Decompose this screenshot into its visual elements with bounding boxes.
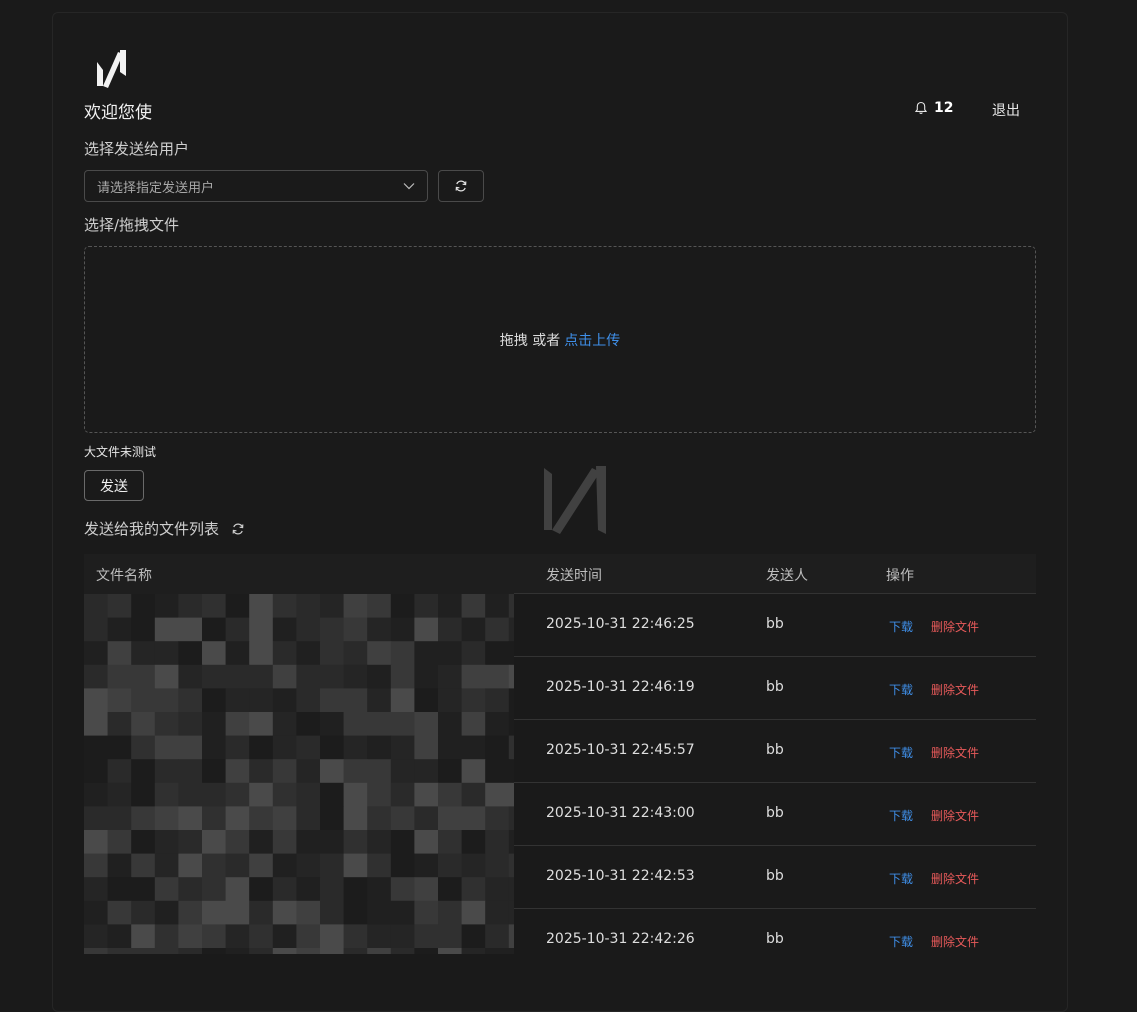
- user-select[interactable]: 请选择指定发送用户: [84, 170, 428, 202]
- row-sender: bb: [766, 616, 784, 632]
- delete-file-link[interactable]: 删除文件: [931, 933, 979, 950]
- table-row: 2025-10-31 22:45:57 bb 下载 删除文件: [514, 720, 1036, 783]
- refresh-icon: [232, 523, 244, 534]
- table-row: 2025-10-31 22:46:25 bb 下载 删除文件: [514, 594, 1036, 657]
- row-sender: bb: [766, 679, 784, 695]
- delete-file-link[interactable]: 删除文件: [931, 618, 979, 635]
- download-link[interactable]: 下载: [889, 681, 913, 698]
- brand-logo-icon: [97, 50, 126, 88]
- row-send-time: 2025-10-31 22:42:53: [546, 868, 695, 884]
- send-button[interactable]: 发送: [84, 470, 144, 501]
- chevron-down-icon: [403, 183, 415, 190]
- watermark-logo-icon: [544, 466, 606, 534]
- table-row: 2025-10-31 22:46:19 bb 下载 删除文件: [514, 657, 1036, 720]
- download-link[interactable]: 下载: [889, 618, 913, 635]
- file-list-header: 发送给我的文件列表: [84, 518, 245, 539]
- notification-count: 12: [934, 100, 954, 116]
- welcome-title: 欢迎您使: [84, 103, 152, 123]
- filename-column-obscured: [84, 594, 514, 954]
- row-sender: bb: [766, 931, 784, 947]
- notification-button[interactable]: 12: [914, 100, 953, 116]
- delete-file-link[interactable]: 删除文件: [931, 807, 979, 824]
- row-sender: bb: [766, 805, 784, 821]
- column-header-filename: 文件名称: [96, 568, 152, 584]
- file-dropzone[interactable]: 拖拽 或者 点击上传: [84, 246, 1036, 433]
- row-send-time: 2025-10-31 22:42:26: [546, 931, 695, 947]
- select-user-label: 选择发送给用户: [84, 140, 190, 158]
- table-row: 2025-10-31 22:42:53 bb 下载 删除文件: [514, 846, 1036, 909]
- download-link[interactable]: 下载: [889, 807, 913, 824]
- table-row: 2025-10-31 22:43:00 bb 下载 删除文件: [514, 783, 1036, 846]
- file-table: 文件名称 发送时间 发送人 操作 2025-10-31 22:46:25 bb 下载…: [84, 554, 1036, 954]
- row-sender: bb: [766, 742, 784, 758]
- row-send-time: 2025-10-31 22:45:57: [546, 742, 695, 758]
- table-row: 2025-10-31 22:42:26 bb 下载 删除文件: [514, 909, 1036, 954]
- row-send-time: 2025-10-31 22:46:19: [546, 679, 695, 695]
- refresh-icon: [455, 180, 467, 192]
- refresh-users-button[interactable]: [438, 170, 484, 202]
- column-header-time: 发送时间: [546, 568, 602, 584]
- delete-file-link[interactable]: 删除文件: [931, 744, 979, 761]
- download-link[interactable]: 下载: [889, 870, 913, 887]
- table-header: 文件名称 发送时间 发送人 操作: [84, 554, 1036, 594]
- delete-file-link[interactable]: 删除文件: [931, 870, 979, 887]
- delete-file-link[interactable]: 删除文件: [931, 681, 979, 698]
- row-send-time: 2025-10-31 22:43:00: [546, 805, 695, 821]
- column-header-actions: 操作: [886, 568, 914, 584]
- header-actions: 12: [914, 100, 953, 116]
- click-upload-link[interactable]: 点击上传: [564, 330, 620, 350]
- refresh-list-button[interactable]: [231, 522, 245, 536]
- row-send-time: 2025-10-31 22:46:25: [546, 616, 695, 632]
- download-link[interactable]: 下载: [889, 933, 913, 950]
- row-sender: bb: [766, 868, 784, 884]
- large-file-note: 大文件未测试: [84, 445, 157, 459]
- bell-icon: [914, 101, 928, 114]
- file-select-label: 选择/拖拽文件: [84, 216, 180, 234]
- file-list-title: 发送给我的文件列表: [84, 520, 220, 538]
- dropzone-text: 拖拽 或者: [499, 332, 561, 349]
- logout-button[interactable]: 退出: [992, 100, 1020, 120]
- column-header-sender: 发送人: [766, 568, 808, 584]
- user-select-placeholder: 请选择指定发送用户: [97, 180, 215, 196]
- download-link[interactable]: 下载: [889, 744, 913, 761]
